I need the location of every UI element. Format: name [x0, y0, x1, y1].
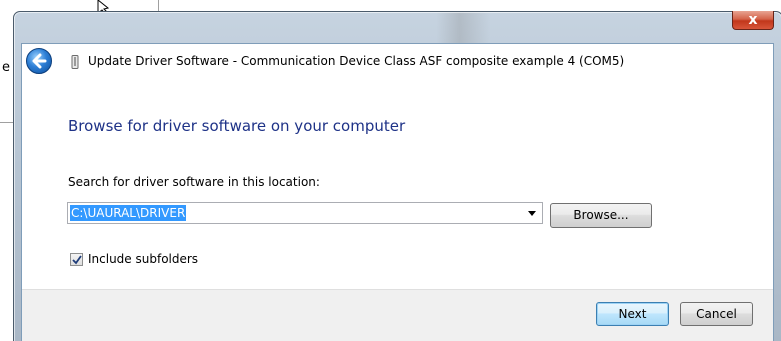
cancel-button[interactable]: Cancel	[680, 302, 753, 326]
driver-path-combobox[interactable]: C:\UAURAL\DRIVER	[67, 202, 543, 224]
browse-button[interactable]: Browse...	[550, 203, 652, 228]
page-heading: Browse for driver software on your compu…	[68, 117, 406, 135]
dialog-header: Update Driver Software - Communication D…	[22, 44, 773, 78]
search-location-label: Search for driver software in this locat…	[68, 175, 320, 189]
close-button[interactable]: x	[732, 11, 774, 30]
background-window-text: e	[2, 60, 10, 75]
dialog-client-area: Update Driver Software - Communication D…	[21, 43, 774, 341]
back-arrow-icon	[32, 53, 47, 69]
driver-path-input[interactable]: C:\UAURAL\DRIVER	[70, 205, 187, 221]
chevron-down-icon[interactable]	[525, 206, 539, 220]
device-icon	[71, 55, 79, 69]
include-subfolders-checkbox[interactable]	[70, 253, 83, 266]
back-button[interactable]	[26, 48, 52, 74]
dialog-window: x Update Driver Software - Communication…	[13, 11, 781, 341]
next-button[interactable]: Next	[596, 302, 669, 326]
include-subfolders-label: Include subfolders	[88, 252, 199, 266]
dialog-footer: Next Cancel	[22, 289, 773, 341]
dialog-title: Update Driver Software - Communication D…	[88, 54, 625, 68]
checkmark-icon	[72, 255, 82, 265]
